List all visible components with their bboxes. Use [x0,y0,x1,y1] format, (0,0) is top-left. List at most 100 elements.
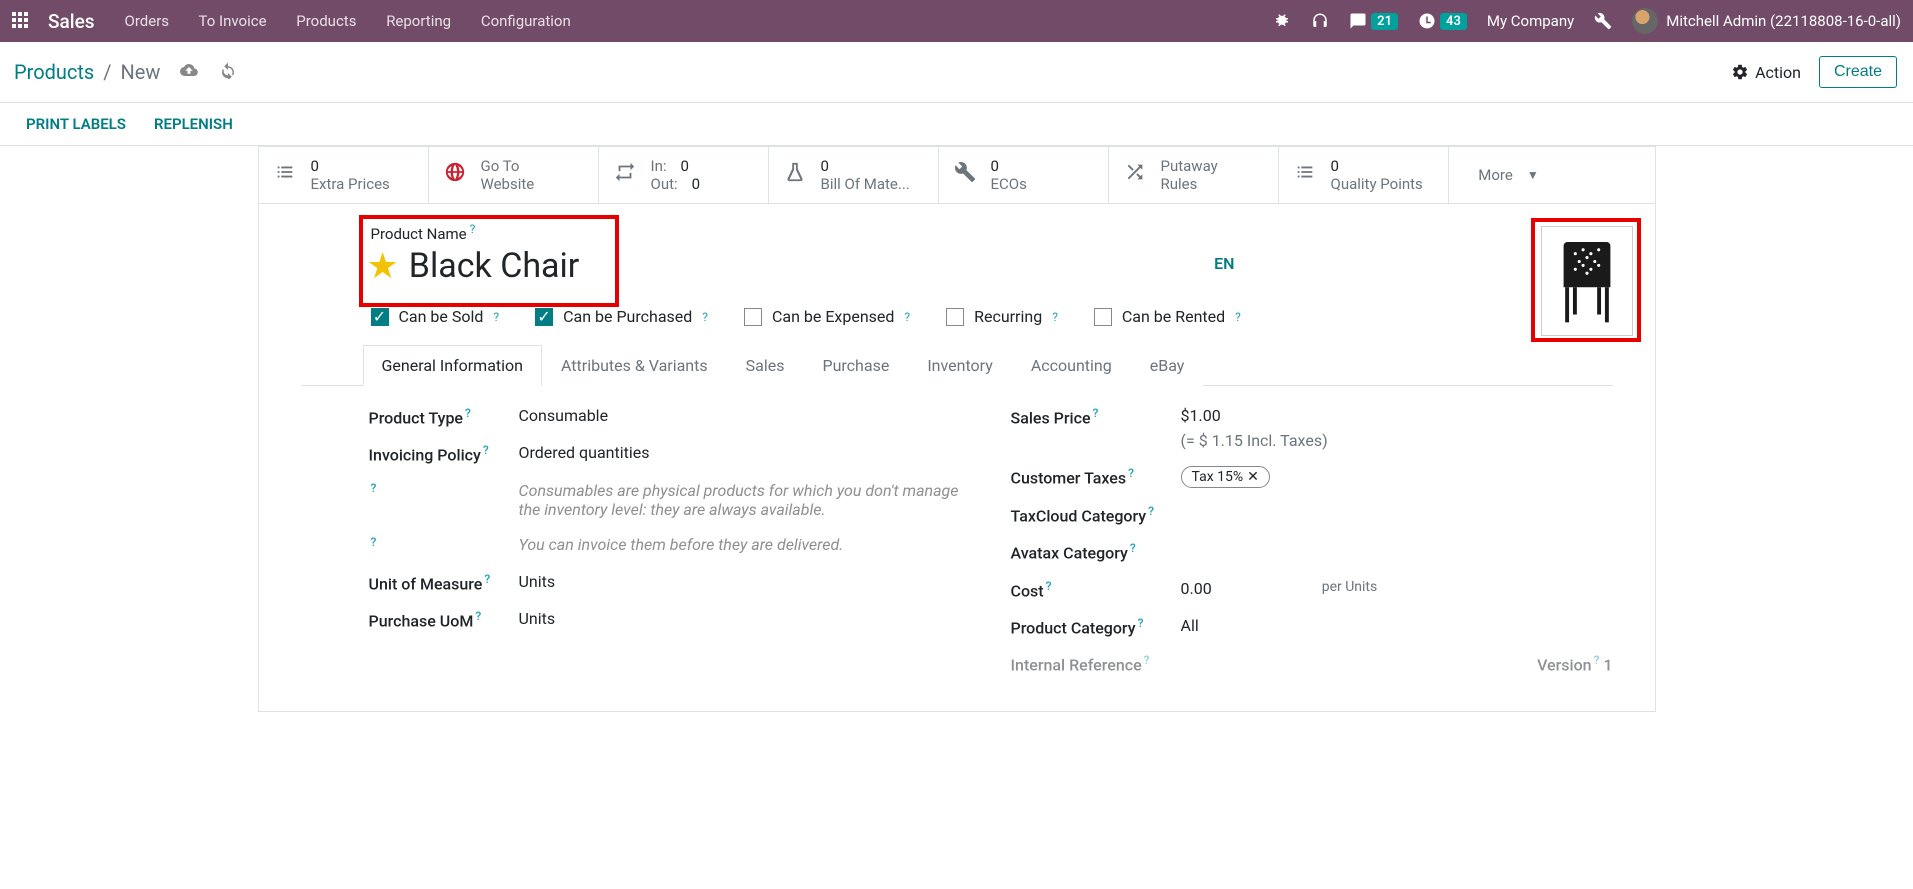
avatax-label: Avatax Category [1011,544,1128,563]
print-labels-button[interactable]: PRINT LABELS [26,115,126,133]
save-icon[interactable] [180,63,198,84]
action-button[interactable]: Action [1731,63,1801,82]
tab-accounting[interactable]: Accounting [1012,345,1131,386]
messages-icon[interactable]: 21 [1349,12,1398,30]
checkbox-off-icon[interactable] [744,308,762,326]
user-menu[interactable]: Mitchell Admin (22118808-16-0-all) [1632,8,1901,34]
invoicing-policy-label: Invoicing Policy [369,446,481,465]
product-image[interactable] [1541,226,1633,336]
stat-extra-prices[interactable]: 0Extra Prices [259,147,429,203]
language-chip[interactable]: EN [1214,254,1234,273]
tab-attributes-variants[interactable]: Attributes & Variants [542,345,727,386]
taxcloud-label: TaxCloud Category [1011,506,1147,525]
stat-more[interactable]: More ▼ [1449,147,1569,203]
shuffle-icon [1123,161,1147,189]
discard-icon[interactable] [219,63,237,84]
checkbox-off-icon[interactable] [1094,308,1112,326]
sales-price-value[interactable]: $1.00 (= $ 1.15 Incl. Taxes) [1181,406,1328,450]
support-icon[interactable] [1311,12,1329,30]
cost-value[interactable]: 0.00 [1181,579,1212,598]
apps-icon[interactable] [12,12,30,30]
title-area: Product Name ? ★ Black Chair EN [259,204,1655,287]
status-bar: PRINT LABELS REPLENISH [0,103,1913,146]
tab-purchase[interactable]: Purchase [803,345,908,386]
breadcrumb-current: New [120,60,160,84]
control-bar: Products / New Action Create [0,42,1913,103]
module-name[interactable]: Sales [48,10,95,33]
customer-taxes-value[interactable]: Tax 15% ✕ [1181,466,1270,488]
puom-value[interactable]: Units [519,609,556,628]
sales-price-label: Sales Price [1011,408,1091,427]
stat-putaway[interactable]: PutawayRules [1109,147,1279,203]
form-sheet: 0Extra Prices Go ToWebsite In:0 Out:0 0B… [258,146,1656,712]
caret-down-icon: ▼ [1527,168,1539,182]
stat-inout[interactable]: In:0 Out:0 [599,147,769,203]
top-menu: Orders To Invoice Products Reporting Con… [125,12,597,30]
replenish-button[interactable]: REPLENISH [154,115,233,133]
customer-taxes-label: Customer Taxes [1011,468,1127,487]
invoicing-policy-value[interactable]: Ordered quantities [519,443,650,462]
option-can-be-rented[interactable]: Can be Rented? [1094,307,1241,326]
product-category-value[interactable]: All [1181,616,1199,635]
breadcrumb: Products / New [14,60,160,84]
tab-sales[interactable]: Sales [727,345,804,386]
stat-website[interactable]: Go ToWebsite [429,147,599,203]
stat-ecos[interactable]: 0ECOs [939,147,1109,203]
stat-bom[interactable]: 0Bill Of Mate... [769,147,939,203]
menu-orders[interactable]: Orders [125,12,170,30]
list-icon [273,161,297,189]
uom-value[interactable]: Units [519,572,556,591]
product-name-input[interactable]: Black Chair [409,246,580,286]
cost-label: Cost [1011,581,1044,600]
help-text-invoice: You can invoice them before they are del… [519,535,844,554]
product-category-label: Product Category [1011,618,1136,637]
tabs: General Information Attributes & Variant… [301,344,1613,386]
wrench-icon [953,161,977,189]
checkbox-on-icon[interactable]: ✓ [535,308,553,326]
option-can-be-sold[interactable]: ✓Can be Sold? [371,307,500,326]
internal-ref-label: Internal Reference [1011,656,1142,675]
create-button[interactable]: Create [1819,56,1897,88]
tab-ebay[interactable]: eBay [1131,345,1204,386]
messages-badge: 21 [1371,13,1398,30]
options-row: ✓Can be Sold? ✓Can be Purchased? Can be … [371,307,1613,326]
checkbox-off-icon[interactable] [946,308,964,326]
option-can-be-purchased[interactable]: ✓Can be Purchased? [535,307,708,326]
option-can-be-expensed[interactable]: Can be Expensed? [744,307,910,326]
puom-label: Purchase UoM [369,612,474,631]
transfer-icon [613,161,637,189]
breadcrumb-root[interactable]: Products [14,60,94,84]
form-content: Product Type? Consumable Invoicing Polic… [259,386,1655,711]
menu-products[interactable]: Products [296,12,356,30]
tab-general-information[interactable]: General Information [363,345,543,386]
product-type-label: Product Type [369,408,464,427]
checkbox-on-icon[interactable]: ✓ [371,308,389,326]
debug-icon[interactable] [1273,12,1291,30]
form-left-column: Product Type? Consumable Invoicing Polic… [369,406,971,691]
avatar [1632,8,1658,34]
favorite-star-icon[interactable]: ★ [367,245,399,287]
tools-icon[interactable] [1594,12,1612,30]
stat-quality[interactable]: 0Quality Points [1279,147,1449,203]
menu-reporting[interactable]: Reporting [386,12,451,30]
user-name: Mitchell Admin (22118808-16-0-all) [1666,12,1901,30]
activities-badge: 43 [1440,13,1467,30]
button-box: 0Extra Prices Go ToWebsite In:0 Out:0 0B… [259,147,1655,204]
menu-to-invoice[interactable]: To Invoice [199,12,267,30]
option-recurring[interactable]: Recurring? [946,307,1058,326]
help-text-consumable: Consumables are physical products for wh… [519,481,971,519]
help-icon[interactable]: ? [467,222,476,236]
remove-tag-icon[interactable]: ✕ [1247,469,1259,485]
uom-label: Unit of Measure [369,574,483,593]
list-icon [1293,161,1317,189]
product-name-label: Product Name ? [371,222,1613,243]
version-label: Version [1537,656,1592,675]
activities-icon[interactable]: 43 [1418,12,1467,30]
tab-inventory[interactable]: Inventory [908,345,1012,386]
form-right-column: Sales Price? $1.00 (= $ 1.15 Incl. Taxes… [1011,406,1613,691]
company-switcher[interactable]: My Company [1487,12,1574,30]
menu-configuration[interactable]: Configuration [481,12,571,30]
product-type-value[interactable]: Consumable [519,406,609,425]
top-navbar: Sales Orders To Invoice Products Reporti… [0,0,1913,42]
sales-price-incl: (= $ 1.15 Incl. Taxes) [1181,431,1328,450]
